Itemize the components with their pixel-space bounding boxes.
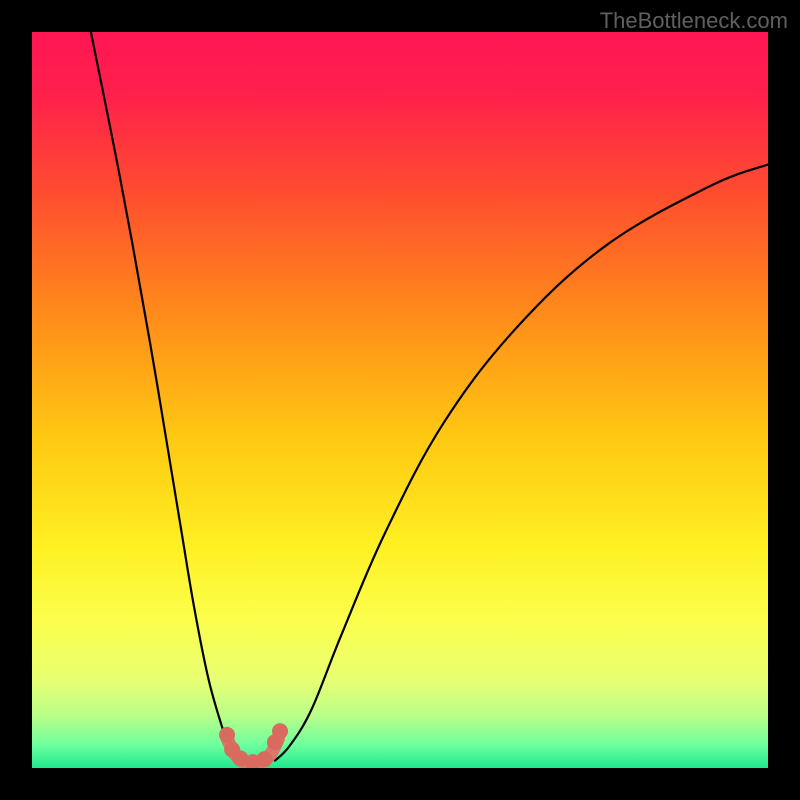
- marker-point-6: [272, 723, 288, 739]
- chart-container: TheBottleneck.com: [0, 0, 800, 800]
- gradient-background: [32, 32, 768, 768]
- marker-point-0: [219, 727, 235, 743]
- watermark-text: TheBottleneck.com: [600, 8, 788, 34]
- marker-point-4: [257, 751, 273, 767]
- chart-svg: [32, 32, 768, 768]
- plot-area: [32, 32, 768, 768]
